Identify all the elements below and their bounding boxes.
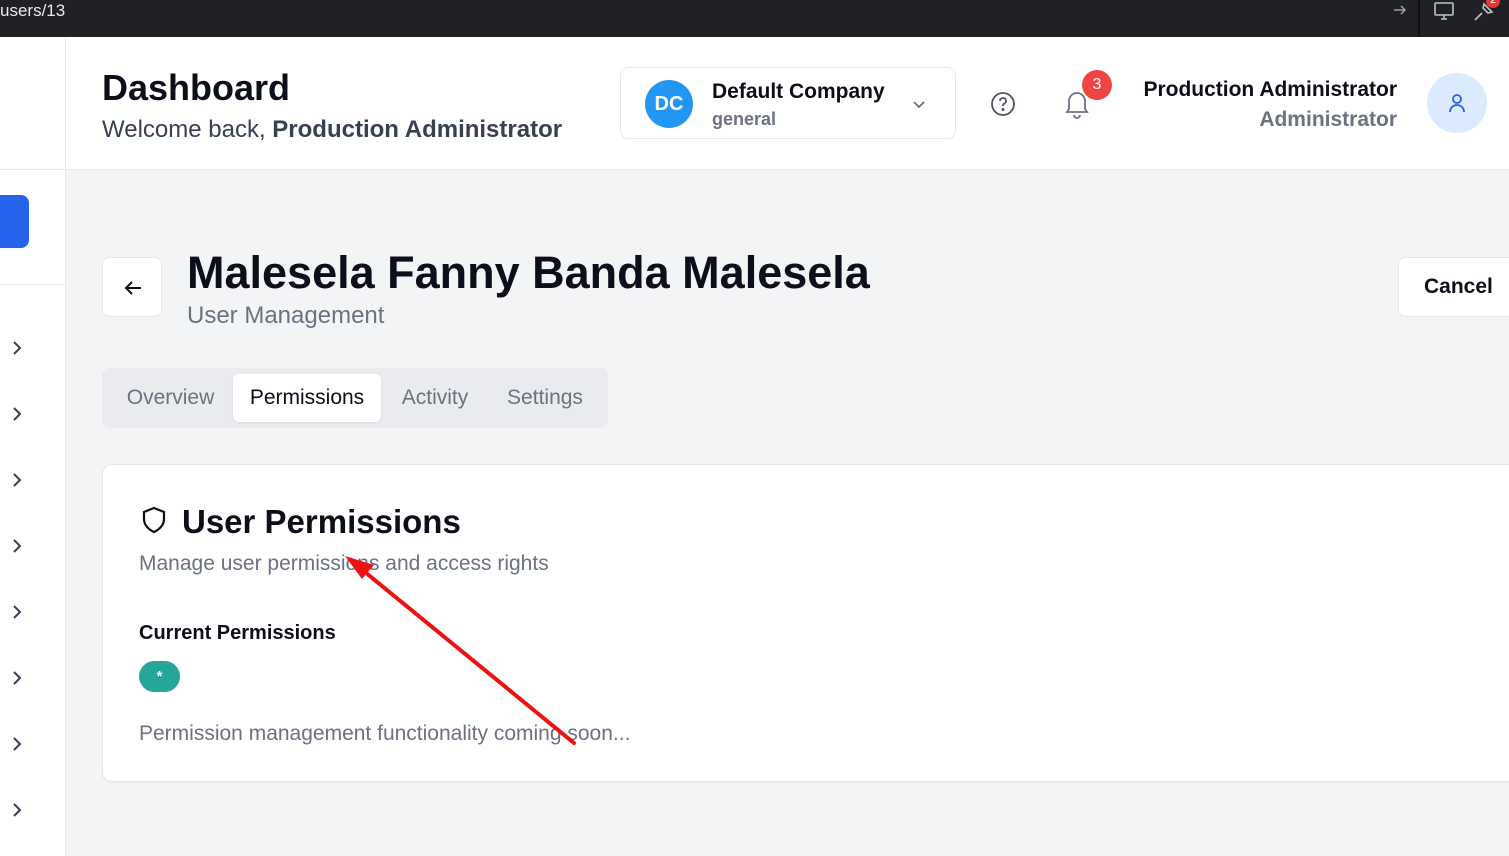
permission-badge: * [139, 661, 180, 692]
chevron-right-icon[interactable] [8, 405, 26, 423]
sidebar-divider [0, 169, 65, 170]
address-bar-url[interactable]: users/13 [0, 0, 65, 22]
cancel-button[interactable]: Cancel [1398, 257, 1509, 317]
card-description: Manage user permissions and access right… [139, 552, 549, 575]
user-full-name: Malesela Fanny Banda Malesela [187, 247, 870, 298]
chevron-right-icon[interactable] [8, 603, 26, 621]
section-subtitle: User Management [187, 302, 385, 329]
tab-activity[interactable]: Activity [385, 374, 485, 422]
coming-soon-note: Permission management functionality comi… [139, 722, 631, 745]
company-subtitle: general [712, 109, 777, 129]
user-avatar[interactable] [1427, 73, 1487, 133]
company-selector[interactable]: DC Default Company general [620, 67, 956, 139]
user-name: Production Administrator [1143, 78, 1397, 101]
chevron-right-icon[interactable] [8, 339, 26, 357]
user-icon [1449, 94, 1465, 113]
tab-overview[interactable]: Overview [112, 374, 229, 422]
company-name: Default Company [712, 80, 885, 103]
tab-list: Overview Permissions Activity Settings [102, 368, 608, 428]
page-title: Dashboard [102, 67, 291, 108]
chevron-right-icon[interactable] [8, 537, 26, 555]
top-header: Dashboard Welcome back, Production Admin… [66, 37, 1509, 170]
current-permissions-heading: Current Permissions [139, 622, 336, 644]
back-button[interactable] [102, 257, 162, 317]
arrow-left-icon [124, 281, 141, 295]
arrow-right-icon[interactable] [1392, 2, 1408, 18]
tab-settings[interactable]: Settings [491, 374, 599, 422]
welcome-user-name: Production Administrator [272, 116, 563, 143]
browser-toolbar: users/13 2 [0, 0, 1509, 37]
user-role: Administrator [1259, 108, 1397, 131]
sidebar-item-active[interactable] [0, 195, 29, 248]
tab-permissions[interactable]: Permissions [233, 374, 381, 422]
notification-badge: 3 [1082, 70, 1112, 100]
sidebar [0, 37, 66, 856]
chevron-down-icon [913, 101, 925, 109]
toolbar-divider [1418, 0, 1420, 37]
chevron-right-icon[interactable] [8, 669, 26, 687]
chevron-right-icon[interactable] [8, 471, 26, 489]
sidebar-divider [0, 284, 65, 285]
help-icon[interactable] [990, 91, 1016, 117]
permissions-card: User Permissions Manage user permissions… [102, 464, 1509, 782]
extension-badge: 2 [1486, 0, 1500, 8]
shield-icon [142, 506, 166, 534]
chevron-right-icon[interactable] [8, 735, 26, 753]
monitor-icon[interactable] [1433, 0, 1455, 22]
welcome-message: Welcome back, Production Administrator [102, 115, 562, 145]
card-title: User Permissions [182, 503, 461, 540]
chevron-right-icon[interactable] [8, 801, 26, 819]
company-avatar: DC [645, 80, 693, 128]
welcome-prefix: Welcome back, [102, 116, 266, 143]
